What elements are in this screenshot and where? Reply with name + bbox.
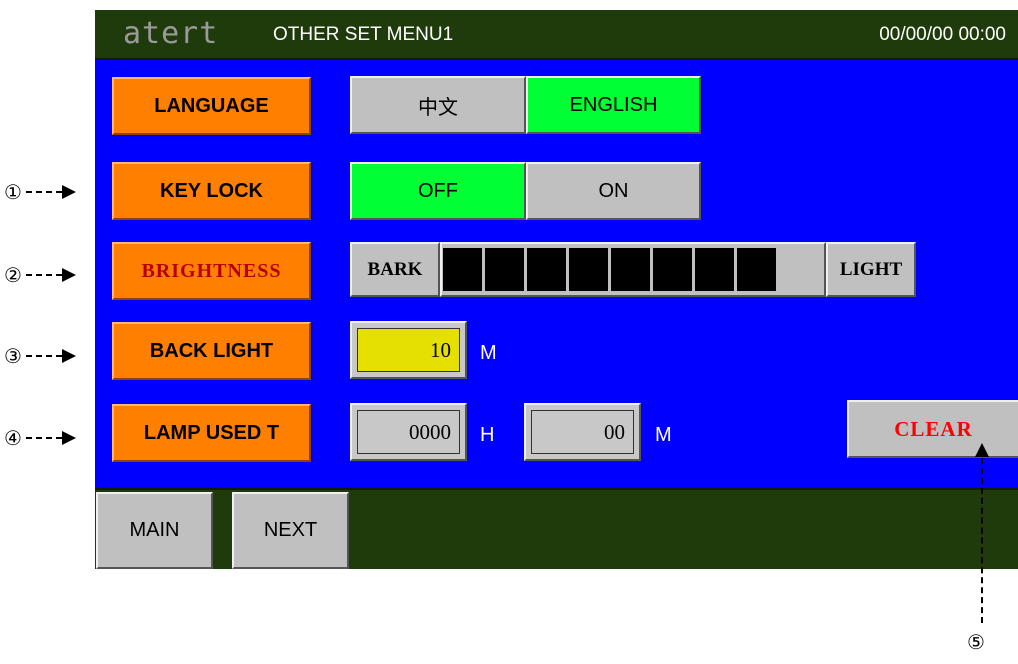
key-lock-off-button[interactable]: OFF	[350, 162, 526, 220]
callout-number: ①	[4, 180, 22, 204]
brightness-dark-button[interactable]: BARK	[350, 242, 440, 297]
brightness-segment[interactable]	[736, 247, 777, 292]
brightness-label: BRIGHTNESS	[112, 242, 311, 300]
brightness-segment[interactable]	[610, 247, 651, 292]
lamp-minutes-field: 00	[524, 403, 641, 461]
language-label: LANGUAGE	[112, 77, 311, 135]
brightness-light-button[interactable]: LIGHT	[826, 242, 916, 297]
back-light-label: BACK LIGHT	[112, 322, 311, 380]
brand-logo: atert	[123, 16, 219, 51]
brightness-segment[interactable]	[484, 247, 525, 292]
callout-5: ⑤	[967, 630, 985, 654]
lamp-hours-field: 0000	[350, 403, 467, 461]
clear-button[interactable]: CLEAR	[847, 400, 1018, 458]
brightness-segment[interactable]	[568, 247, 609, 292]
dashed-line	[25, 437, 62, 439]
lamp-used-label: LAMP USED T	[112, 404, 311, 462]
back-light-unit: M	[480, 342, 497, 364]
lamp-minutes-unit: M	[655, 424, 672, 446]
key-lock-on-button[interactable]: ON	[526, 162, 701, 220]
back-light-value[interactable]: 10	[357, 328, 460, 372]
callout-1: ①	[4, 177, 94, 207]
callout-number: ④	[4, 426, 22, 450]
callout-number: ③	[4, 344, 22, 368]
dashed-line	[981, 458, 983, 623]
arrow-right-icon	[61, 349, 76, 363]
arrow-right-icon	[61, 431, 76, 445]
main-button[interactable]: MAIN	[96, 492, 213, 569]
next-button[interactable]: NEXT	[232, 492, 349, 569]
arrow-up-icon	[975, 443, 989, 457]
language-english-button[interactable]: ENGLISH	[526, 76, 701, 134]
language-chinese-button[interactable]: 中文	[350, 76, 526, 134]
brightness-segment[interactable]	[652, 247, 693, 292]
brightness-segment[interactable]	[526, 247, 567, 292]
callout-4: ④	[4, 423, 94, 453]
callout-number: ②	[4, 263, 22, 287]
dashed-line	[25, 191, 62, 193]
callout-3: ③	[4, 341, 94, 371]
clock-display: 00/00/00 00:00	[879, 24, 1006, 45]
dashed-line	[25, 274, 62, 276]
arrow-right-icon	[61, 268, 76, 282]
hmi-panel: atert OTHER SET MENU1 00/00/00 00:00 LAN…	[95, 10, 1018, 569]
lamp-hours-value: 0000	[357, 410, 460, 454]
dashed-line	[25, 355, 62, 357]
arrow-right-icon	[61, 185, 76, 199]
header-bar: atert OTHER SET MENU1 00/00/00 00:00	[95, 10, 1018, 60]
brightness-slider[interactable]	[440, 242, 826, 297]
page-title: OTHER SET MENU1	[273, 24, 454, 45]
key-lock-label: KEY LOCK	[112, 162, 311, 220]
brightness-segment[interactable]	[442, 247, 483, 292]
back-light-field[interactable]: 10	[350, 321, 467, 379]
lamp-hours-unit: H	[480, 424, 495, 446]
brightness-segment[interactable]	[694, 247, 735, 292]
lamp-minutes-value: 00	[531, 410, 634, 454]
callout-2: ②	[4, 260, 94, 290]
